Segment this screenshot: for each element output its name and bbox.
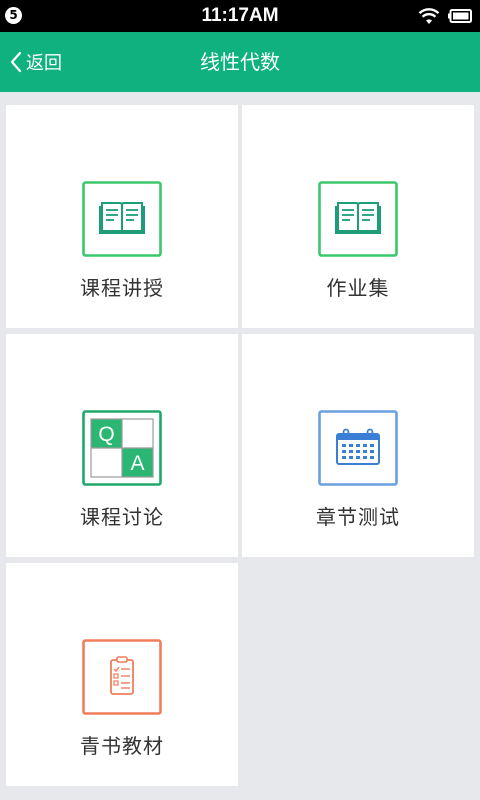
- back-button[interactable]: 返回: [4, 32, 104, 92]
- tile-homework[interactable]: 作业集: [242, 105, 474, 328]
- status-time: 11:17AM: [201, 5, 279, 26]
- tile-label: 课程讲授: [80, 276, 164, 300]
- app-header: 返回 线性代数: [0, 32, 480, 92]
- tile-label: 课程讨论: [80, 505, 164, 529]
- battery-icon: [448, 9, 472, 23]
- back-label: 返回: [26, 53, 62, 74]
- chevron-left-icon: [10, 51, 22, 73]
- qa-a-letter: A: [130, 452, 144, 475]
- book-icon: [82, 181, 162, 257]
- calendar-icon: [318, 410, 398, 486]
- qa-icon: Q A: [82, 410, 162, 486]
- book-icon: [318, 181, 398, 257]
- tile-label: 作业集: [326, 276, 390, 300]
- tile-course-discussion[interactable]: Q A 课程讨论: [6, 334, 238, 557]
- module-grid: 课程讲授 作业集 Q A 课程讨论 章节测试 青书教材: [0, 92, 480, 800]
- tile-textbook[interactable]: 青书教材: [6, 563, 238, 786]
- tile-label: 章节测试: [316, 505, 400, 529]
- tile-label: 青书教材: [80, 734, 164, 758]
- wifi-icon: [418, 8, 440, 24]
- status-bar: 5 11:17AM: [0, 0, 480, 32]
- qa-q-letter: Q: [98, 423, 114, 446]
- tile-chapter-test[interactable]: 章节测试: [242, 334, 474, 557]
- tile-course-lectures[interactable]: 课程讲授: [6, 105, 238, 328]
- clipboard-icon: [82, 639, 162, 715]
